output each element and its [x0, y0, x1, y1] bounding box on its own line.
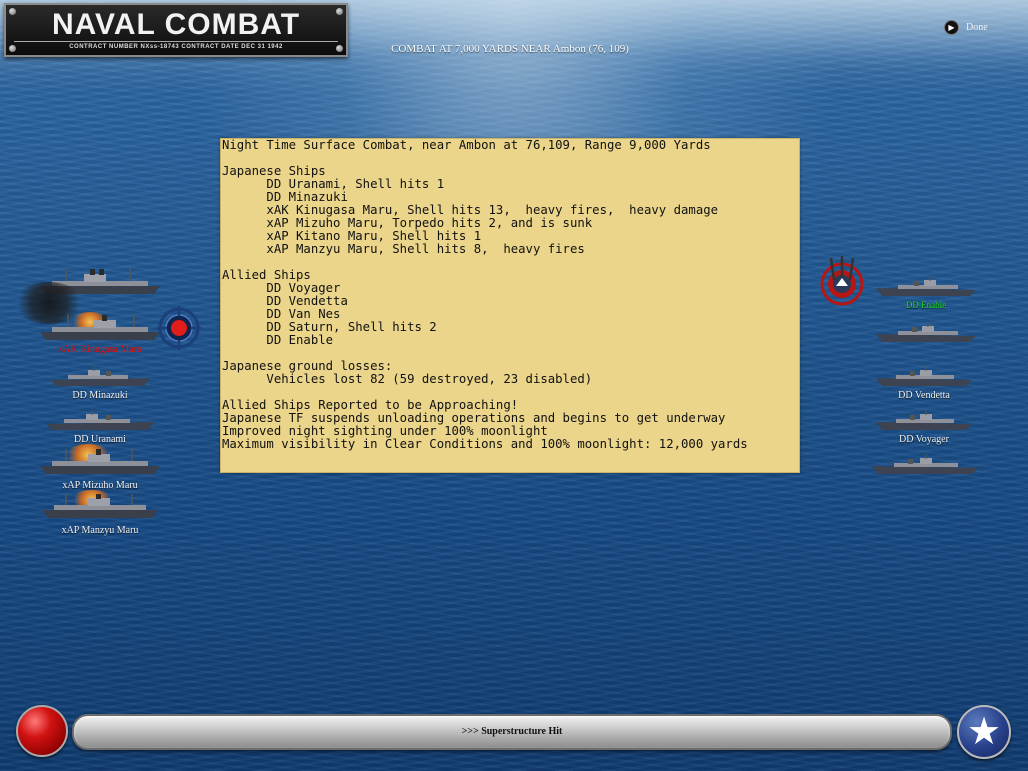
destroyer-icon: [876, 410, 972, 430]
allied-ship-4[interactable]: [876, 410, 972, 432]
status-text: >>> Superstructure Hit: [461, 726, 563, 737]
report-line: xAP Manzyu Maru, Shell hits 8, heavy fir…: [222, 242, 585, 256]
report-line: Allied Ships Reported to be Approaching!: [222, 398, 519, 412]
report-line: Allied Ships: [222, 268, 311, 282]
report-line: Vehicles lost 82 (59 destroyed, 23 disab…: [222, 372, 593, 386]
japanese-ship-6[interactable]: [40, 494, 160, 520]
japanese-ship-2[interactable]: [38, 312, 162, 342]
combat-title: COMBAT AT 7,000 YARDS NEAR Ambon (76, 10…: [391, 43, 629, 55]
ship-label: xAP Manzyu Maru: [61, 525, 139, 536]
crosshair-target-icon[interactable]: [157, 306, 201, 350]
report-line: xAP Kitano Maru, Shell hits 1: [222, 229, 482, 243]
report-line: DD Uranami, Shell hits 1: [222, 177, 445, 191]
report-line: DD Vendetta: [222, 294, 348, 308]
report-line: Japanese ground losses:: [222, 359, 393, 373]
report-line: Japanese TF suspends unloading operation…: [222, 411, 726, 425]
firing-gun-icon: [818, 256, 866, 306]
merchant-ship-icon: [40, 314, 160, 340]
allied-ship-3[interactable]: [876, 366, 972, 388]
done-label: Done: [966, 21, 988, 33]
destroyer-icon: [50, 366, 150, 386]
destroyer-icon: [876, 322, 976, 342]
star-icon: ★: [966, 709, 1002, 753]
destroyer-icon: [46, 410, 154, 430]
ship-label: DD Vendetta: [898, 390, 950, 401]
allied-ship-1[interactable]: [876, 276, 976, 298]
ship-label: DD Uranami: [74, 434, 126, 445]
merchant-ship-icon: [42, 494, 158, 518]
destroyer-icon: [876, 366, 972, 386]
destroyer-icon: [876, 276, 976, 296]
japanese-ship-3[interactable]: [50, 366, 150, 388]
report-line: Improved night sighting under 100% moonl…: [222, 424, 548, 438]
report-line: Japanese Ships: [222, 164, 326, 178]
ship-label: xAP Mizuho Maru: [62, 480, 138, 491]
merchant-ship-icon: [40, 449, 160, 474]
status-bar: >>> Superstructure Hit: [72, 714, 952, 750]
report-line: DD Minazuki: [222, 190, 348, 204]
logo-divider: [14, 41, 338, 42]
ship-label: DD Voyager: [899, 434, 949, 445]
japanese-ship-5[interactable]: [38, 448, 162, 476]
destroyer-icon: [872, 454, 978, 474]
japanese-ship-4[interactable]: [46, 410, 154, 432]
ship-label-target: xAK Kinugasa Maru: [58, 344, 142, 355]
report-line: DD Enable: [222, 333, 334, 347]
report-line: DD Saturn, Shell hits 2: [222, 320, 437, 334]
allied-ship-2[interactable]: [876, 322, 976, 344]
logo-subtitle: CONTRACT NUMBER NXss-18743 CONTRACT DATE…: [69, 44, 283, 50]
done-button[interactable]: ▶ Done: [944, 19, 988, 35]
report-line: DD Van Nes: [222, 307, 341, 321]
combat-report-text: Night Time Surface Combat, near Ambon at…: [222, 139, 748, 451]
logo-title: NAVAL COMBAT: [51, 8, 301, 41]
arrow-right-icon: ▶: [944, 19, 959, 35]
ship-label-firing: DD Enable: [905, 300, 947, 310]
ship-label: DD Minazuki: [72, 390, 128, 401]
report-line: xAP Mizuho Maru, Torpedo hits 2, and is …: [222, 216, 593, 230]
combat-report-panel: Night Time Surface Combat, near Ambon at…: [220, 138, 800, 473]
allied-ship-5[interactable]: [872, 454, 978, 476]
red-action-button[interactable]: [16, 705, 68, 757]
allied-star-button[interactable]: ★: [957, 705, 1011, 759]
report-line: Maximum visibility in Clear Conditions a…: [222, 437, 748, 451]
report-line: DD Voyager: [222, 281, 341, 295]
naval-combat-logo: NAVAL COMBAT CONTRACT NUMBER NXss-18743 …: [4, 3, 348, 57]
report-line: xAK Kinugasa Maru, Shell hits 13, heavy …: [222, 203, 719, 217]
report-line: Night Time Surface Combat, near Ambon at…: [222, 138, 711, 152]
